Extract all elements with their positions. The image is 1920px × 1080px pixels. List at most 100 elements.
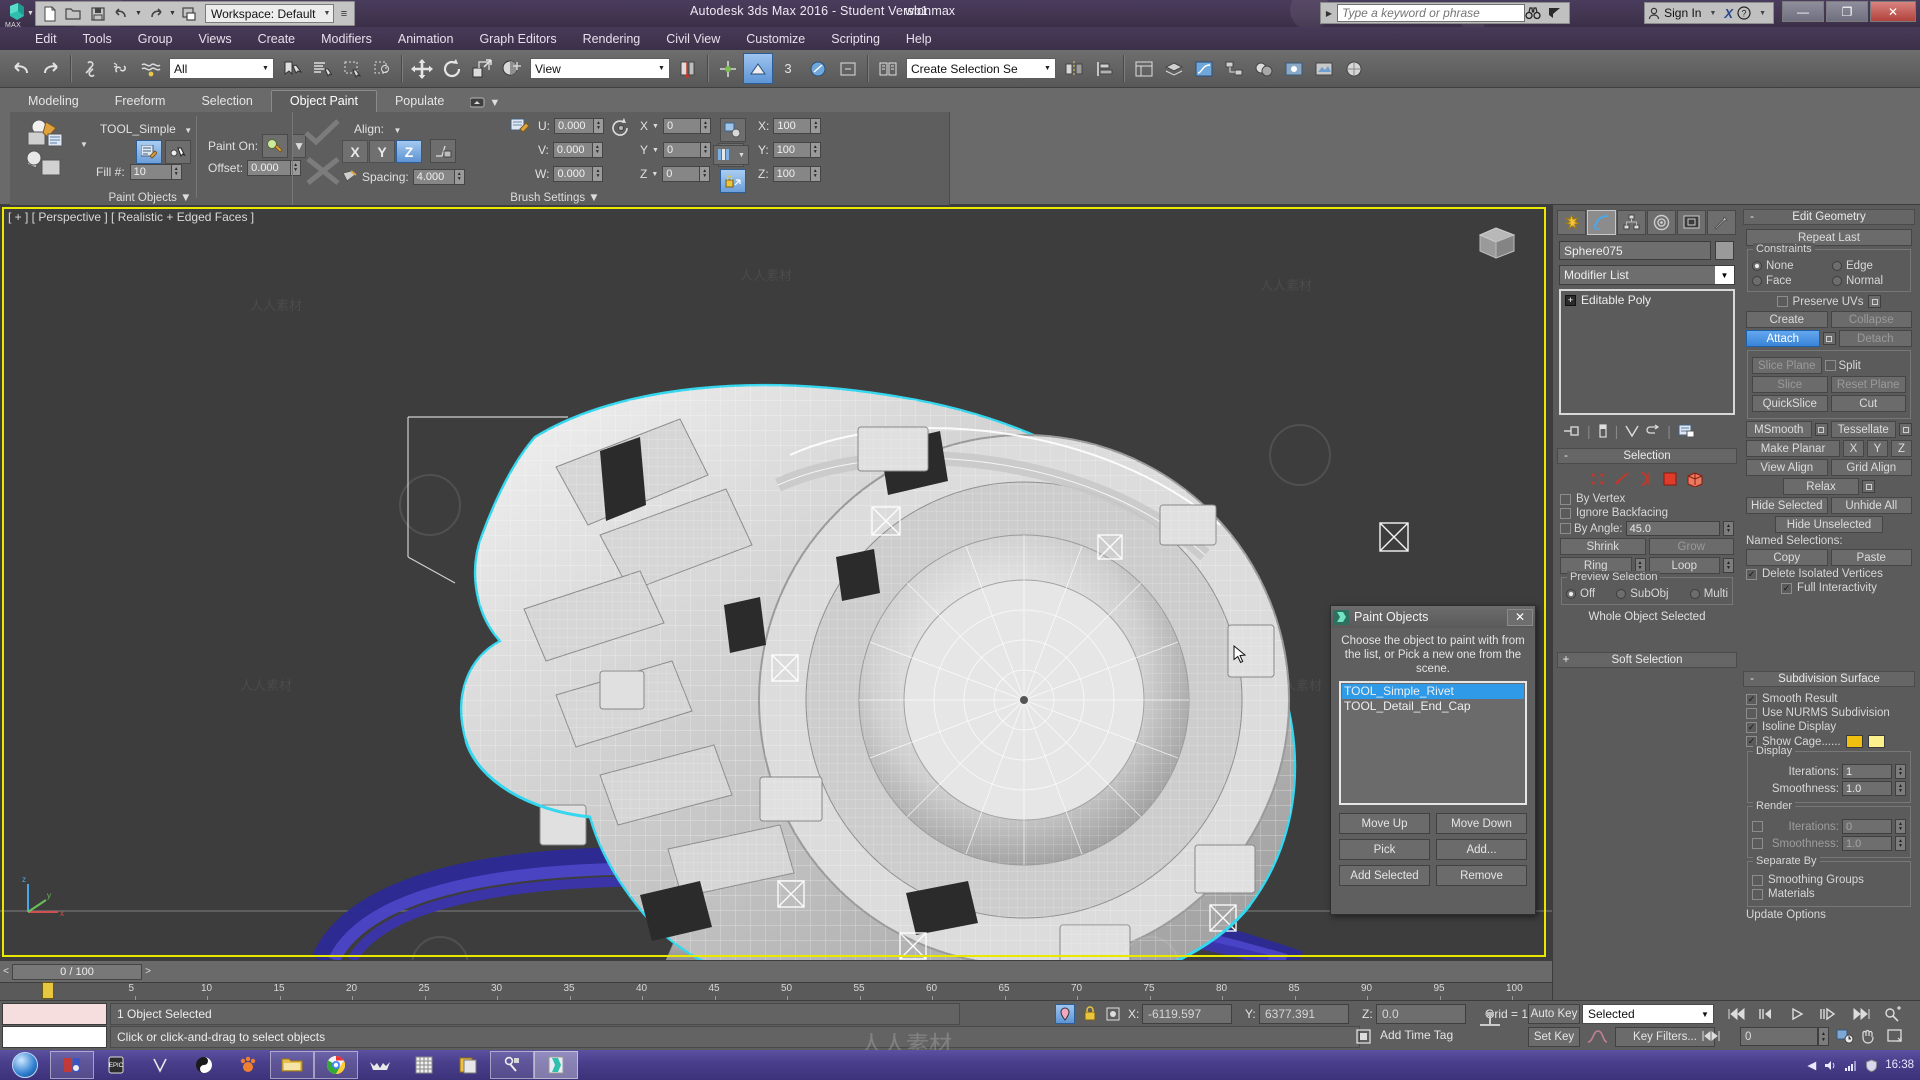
paste-button[interactable]: Paste bbox=[1830, 549, 1912, 566]
spinner-arrows[interactable]: ▲ ▼ bbox=[809, 143, 820, 157]
use-selection-center-icon[interactable] bbox=[713, 53, 743, 84]
ribbon-tab-freeform[interactable]: Freeform bbox=[97, 91, 184, 112]
align-icon[interactable] bbox=[1089, 53, 1119, 84]
taskbar-item-tool[interactable] bbox=[490, 1051, 534, 1079]
constraint-none-radio[interactable]: None bbox=[1752, 260, 1794, 272]
reference-coordinate-system-combo[interactable]: View ▼ bbox=[530, 58, 670, 79]
constraint-face-radio[interactable]: Face bbox=[1752, 275, 1792, 287]
element-subobject-icon[interactable] bbox=[1685, 471, 1705, 487]
close-button[interactable]: ✕ bbox=[1870, 1, 1916, 22]
new-file-icon[interactable] bbox=[38, 3, 61, 24]
create-button[interactable]: Create bbox=[1746, 311, 1828, 328]
paint-objects-dropdown-arrow[interactable]: ▼ bbox=[80, 140, 88, 149]
spinner-arrows[interactable]: ▲ ▼ bbox=[593, 119, 603, 133]
z-coordinate-field[interactable]: 0.0 bbox=[1376, 1004, 1466, 1024]
tab-motion[interactable] bbox=[1647, 210, 1676, 235]
modifier-stack-item[interactable]: + Editable Poly bbox=[1561, 291, 1733, 309]
object-color-swatch[interactable] bbox=[1715, 241, 1734, 260]
object-name-field[interactable]: Sphere075 bbox=[1559, 241, 1711, 260]
select-and-place-icon[interactable] bbox=[497, 53, 527, 84]
render-smoothness-value[interactable]: 1.0 bbox=[1842, 836, 1892, 851]
minimize-button[interactable]: — bbox=[1782, 1, 1824, 22]
split-checkbox[interactable] bbox=[1824, 360, 1836, 371]
make-planar-z-button[interactable]: Z bbox=[1891, 440, 1912, 457]
start-button[interactable] bbox=[0, 1050, 50, 1080]
isolate-selection-icon[interactable] bbox=[1105, 1006, 1121, 1022]
expand-icon[interactable]: + bbox=[1558, 654, 1574, 666]
tab-utilities[interactable] bbox=[1707, 210, 1736, 235]
detach-button[interactable]: Detach bbox=[1838, 330, 1912, 347]
align-control[interactable]: Align: ▼ bbox=[354, 120, 401, 138]
go-to-start-icon[interactable] bbox=[1726, 1007, 1746, 1021]
open-file-icon[interactable] bbox=[62, 3, 85, 24]
sign-in-control[interactable]: Sign In ▼ X ? ▼ bbox=[1644, 2, 1774, 24]
select-by-name-icon[interactable] bbox=[307, 53, 337, 84]
render-smoothness-checkbox[interactable] bbox=[1752, 838, 1763, 849]
menu-item-group[interactable]: Group bbox=[125, 30, 186, 48]
relax-settings-button[interactable] bbox=[1862, 480, 1875, 493]
dialog-close-button[interactable]: ✕ bbox=[1507, 608, 1533, 626]
search-expand-arrow[interactable]: ▶ bbox=[1321, 9, 1337, 18]
lock-selection-icon[interactable] bbox=[1083, 1006, 1097, 1022]
edit-named-selection-sets-icon[interactable] bbox=[873, 53, 903, 84]
set-project-folder-icon[interactable] bbox=[178, 3, 201, 24]
border-subobject-icon[interactable] bbox=[1637, 471, 1655, 487]
edge-subobject-icon[interactable] bbox=[1613, 471, 1631, 487]
grid-align-button[interactable]: Grid Align bbox=[1830, 459, 1912, 476]
modifier-stack[interactable]: + Editable Poly bbox=[1559, 289, 1735, 415]
schematic-view-icon[interactable] bbox=[1219, 53, 1249, 84]
spinner-arrows[interactable]: ▲ ▼ bbox=[170, 165, 181, 179]
go-to-end-icon[interactable] bbox=[1852, 1007, 1872, 1021]
taskbar-item-yin[interactable] bbox=[182, 1051, 226, 1079]
accept-stroke-icon[interactable] bbox=[302, 118, 344, 148]
slice-button[interactable]: Slice bbox=[1752, 376, 1828, 393]
by-vertex-checkbox[interactable]: By Vertex bbox=[1560, 493, 1734, 505]
paint-objects-list[interactable]: TOOL_Simple_Rivet TOOL_Detail_End_Cap bbox=[1339, 681, 1527, 805]
time-configuration-icon[interactable] bbox=[1836, 1028, 1854, 1044]
attach-settings-button[interactable] bbox=[1822, 332, 1836, 345]
add-time-tag-label[interactable]: Add Time Tag bbox=[1380, 1028, 1453, 1042]
cage-color-swatch-1[interactable] bbox=[1845, 735, 1863, 748]
tessellate-settings-button[interactable] bbox=[1899, 423, 1912, 436]
use-nurms-checkbox[interactable]: Use NURMS Subdivision bbox=[1746, 707, 1912, 719]
msmooth-button[interactable]: MSmooth bbox=[1746, 421, 1812, 438]
next-frame-button[interactable]: > bbox=[142, 966, 154, 977]
percent-snap-icon[interactable] bbox=[803, 53, 833, 84]
materials-checkbox[interactable]: Materials bbox=[1752, 888, 1906, 900]
y-coordinate-field[interactable]: 6377.391 bbox=[1259, 1004, 1349, 1024]
prev-frame-button[interactable]: < bbox=[0, 966, 12, 977]
spinner-arrows[interactable]: ▲ ▼ bbox=[592, 167, 603, 181]
mirror-icon[interactable] bbox=[1059, 53, 1089, 84]
paint-object-picker-button[interactable] bbox=[165, 140, 191, 164]
help-dropdown-arrow[interactable]: ▼ bbox=[1759, 10, 1766, 17]
move-down-button[interactable]: Move Down bbox=[1436, 813, 1527, 834]
maximize-button[interactable]: ❐ bbox=[1826, 1, 1868, 22]
menu-item-edit[interactable]: Edit bbox=[22, 30, 70, 48]
tray-network-icon[interactable] bbox=[1844, 1059, 1858, 1072]
current-frame-indicator[interactable]: 0 / 100 bbox=[12, 963, 142, 980]
undo-dropdown-arrow[interactable]: ▼ bbox=[134, 3, 143, 24]
spinner-arrows[interactable]: ▲ ▼ bbox=[591, 143, 602, 157]
display-smoothness-value[interactable]: 1.0 bbox=[1842, 781, 1892, 796]
vertex-subobject-icon[interactable] bbox=[1589, 471, 1607, 487]
render-iterations-value[interactable]: 0 bbox=[1842, 819, 1892, 834]
track-bar[interactable]: < 0 / 100 > bbox=[0, 960, 1552, 982]
play-animation-icon[interactable] bbox=[1788, 1007, 1808, 1021]
paint-objects-panel-title[interactable]: Paint Objects ▼ bbox=[10, 192, 290, 204]
collapse-icon[interactable]: - bbox=[1744, 673, 1760, 685]
make-unique-icon[interactable] bbox=[1625, 424, 1639, 438]
preserve-uvs-settings-button[interactable] bbox=[1868, 295, 1882, 308]
next-frame-icon[interactable] bbox=[1818, 1007, 1838, 1021]
msmooth-settings-button[interactable] bbox=[1814, 423, 1828, 436]
menu-item-create[interactable]: Create bbox=[245, 30, 309, 48]
tray-volume-icon[interactable] bbox=[1823, 1059, 1837, 1072]
tray-security-icon[interactable] bbox=[1865, 1058, 1878, 1072]
collapse-icon[interactable]: - bbox=[1558, 450, 1574, 462]
delete-isolated-vertices-checkbox[interactable]: ✓ Delete Isolated Vertices bbox=[1746, 568, 1912, 580]
ignore-backfacing-checkbox[interactable]: Ignore Backfacing bbox=[1560, 507, 1734, 519]
set-key-filters-icon[interactable] bbox=[1586, 1028, 1608, 1046]
cancel-stroke-icon[interactable] bbox=[304, 156, 342, 186]
bind-to-space-warp-icon[interactable] bbox=[136, 53, 166, 84]
select-and-link-icon[interactable] bbox=[76, 53, 106, 84]
cage-color-swatch-2[interactable] bbox=[1867, 735, 1885, 748]
